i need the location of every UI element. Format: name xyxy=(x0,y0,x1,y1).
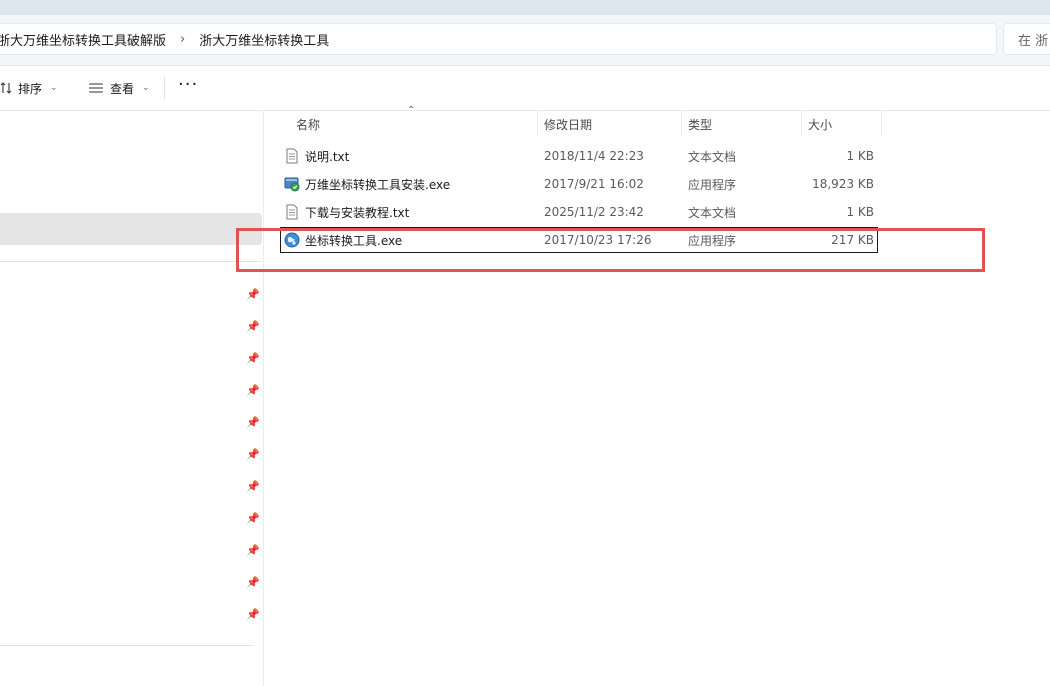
pin-icon: 📌 xyxy=(246,320,260,333)
file-list: ⌃ 名称 修改日期 类型 大小 说明.txt 2018/11/4 22:23 文… xyxy=(264,105,1050,686)
file-modified: 2017/10/23 17:26 xyxy=(544,233,652,247)
address-bar-area: 浙大万维坐标转换工具破解版 › 浙大万维坐标转换工具 在 浙 xyxy=(0,15,1050,66)
file-modified: 2025/11/2 23:42 xyxy=(544,205,644,219)
file-type: 应用程序 xyxy=(688,233,737,248)
pin-icon: 📌 xyxy=(246,384,260,397)
sort-label: 排序 xyxy=(18,81,43,96)
file-row[interactable]: 坐标转换工具.exe 2017/10/23 17:26 应用程序 217 KB xyxy=(280,227,878,253)
pin-icon: 📌 xyxy=(246,352,260,365)
installer-icon xyxy=(284,177,300,192)
nav-divider xyxy=(0,645,254,646)
pin-icon: 📌 xyxy=(246,416,260,429)
view-label: 查看 xyxy=(110,81,135,96)
breadcrumb-separator-icon[interactable]: › xyxy=(172,32,193,47)
text-file-icon xyxy=(286,148,298,164)
file-name: 坐标转换工具.exe xyxy=(305,233,403,248)
address-bar[interactable]: 浙大万维坐标转换工具破解版 › 浙大万维坐标转换工具 xyxy=(0,23,997,55)
breadcrumb-current[interactable]: 浙大万维坐标转换工具 xyxy=(193,30,335,49)
file-modified: 2018/11/4 22:23 xyxy=(544,149,644,163)
sort-icon xyxy=(0,82,12,94)
column-header-name[interactable]: 名称 xyxy=(280,111,538,137)
file-size: 18,923 KB xyxy=(812,177,874,191)
pin-icon: 📌 xyxy=(246,448,260,461)
file-type: 文本文档 xyxy=(688,149,737,164)
column-header-type[interactable]: 类型 xyxy=(682,111,802,137)
view-button[interactable]: 查看 ⌄ xyxy=(88,78,150,98)
navigation-pane: 📌 📌 📌 📌 📌 📌 📌 📌 📌 📌 📌 xyxy=(0,111,264,686)
file-row[interactable]: 说明.txt 2018/11/4 22:23 文本文档 1 KB xyxy=(280,143,878,169)
nav-divider xyxy=(0,261,262,262)
pin-icon: 📌 xyxy=(246,480,260,493)
file-type: 应用程序 xyxy=(688,177,737,192)
nav-item-selected[interactable] xyxy=(0,213,262,245)
pin-icon: 📌 xyxy=(246,288,260,301)
pin-icon: 📌 xyxy=(246,576,260,589)
search-input[interactable]: 在 浙 xyxy=(1003,23,1050,55)
pin-icon: 📌 xyxy=(246,608,260,621)
pin-icon: 📌 xyxy=(246,544,260,557)
file-name: 下载与安装教程.txt xyxy=(305,205,410,220)
chevron-down-icon: ⌄ xyxy=(50,83,58,93)
file-type: 文本文档 xyxy=(688,205,737,220)
chevron-down-icon: ⌄ xyxy=(142,83,150,93)
file-size: 217 KB xyxy=(831,233,874,247)
column-header-modified[interactable]: 修改日期 xyxy=(538,111,682,137)
sort-button[interactable]: 排序 ⌄ xyxy=(0,78,58,98)
breadcrumb-parent[interactable]: 浙大万维坐标转换工具破解版 xyxy=(0,30,172,49)
file-row[interactable]: 下载与安装教程.txt 2025/11/2 23:42 文本文档 1 KB xyxy=(280,199,878,225)
file-size: 1 KB xyxy=(846,149,874,163)
view-icon xyxy=(89,83,103,93)
more-options-button[interactable]: ··· xyxy=(178,76,198,94)
file-modified: 2017/9/21 16:02 xyxy=(544,177,644,191)
title-strip xyxy=(0,0,1050,15)
command-bar: 排序 ⌄ 查看 ⌄ ··· xyxy=(0,66,1050,111)
file-size: 1 KB xyxy=(846,205,874,219)
column-header-size[interactable]: 大小 xyxy=(802,111,882,137)
globe-app-icon xyxy=(284,232,300,248)
file-name: 说明.txt xyxy=(305,149,350,164)
file-row[interactable]: 万维坐标转换工具安装.exe 2017/9/21 16:02 应用程序 18,9… xyxy=(280,171,878,197)
text-file-icon xyxy=(286,204,298,220)
search-placeholder: 在 浙 xyxy=(1018,33,1049,49)
toolbar-divider xyxy=(164,76,165,100)
file-name: 万维坐标转换工具安装.exe xyxy=(305,177,451,192)
pin-icon: 📌 xyxy=(246,512,260,525)
